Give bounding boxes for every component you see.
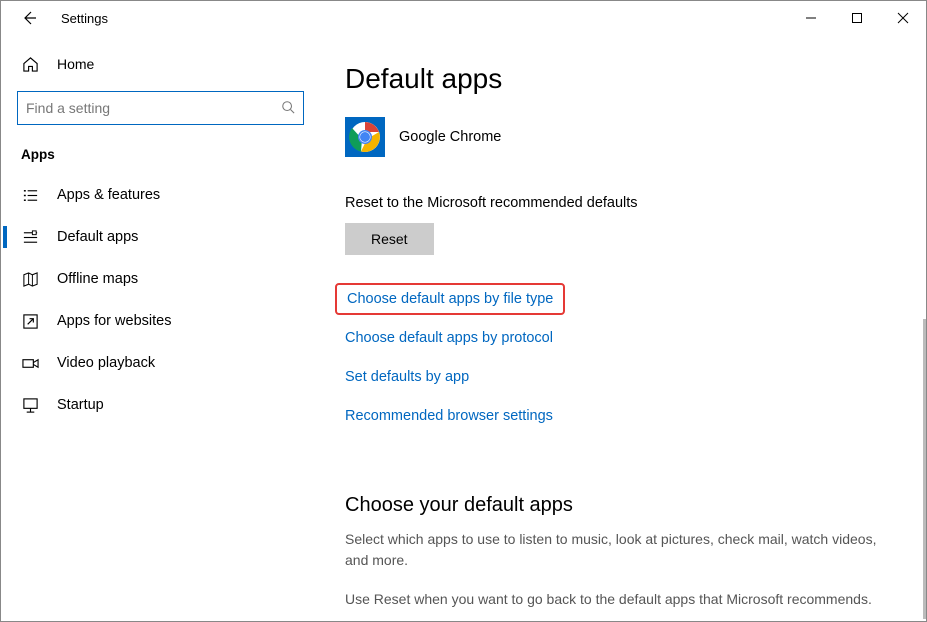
sidebar-item-apps-for-websites[interactable]: Apps for websites (3, 300, 318, 342)
window-title: Settings (61, 11, 108, 26)
scrollbar[interactable] (923, 319, 926, 619)
main-content: Default apps Google Chrome Reset to the … (321, 35, 926, 621)
back-button[interactable] (9, 1, 49, 35)
link-by-file-type[interactable]: Choose default apps by file type (335, 283, 565, 315)
maximize-icon (851, 12, 863, 24)
window-controls (788, 1, 926, 35)
maximize-button[interactable] (834, 1, 880, 35)
close-button[interactable] (880, 1, 926, 35)
chrome-icon (345, 117, 385, 157)
sidebar-item-label: Video playback (57, 355, 155, 371)
sidebar-home[interactable]: Home (3, 47, 318, 81)
sidebar-item-label: Default apps (57, 229, 138, 245)
sub-heading: Choose your default apps (345, 494, 902, 517)
sidebar-item-default-apps[interactable]: Default apps (3, 216, 318, 258)
description-1: Select which apps to use to listen to mu… (345, 529, 902, 571)
page-title: Default apps (345, 63, 902, 95)
reset-button[interactable]: Reset (345, 223, 434, 255)
open-in-icon (21, 312, 39, 330)
sidebar-item-label: Apps & features (57, 187, 160, 203)
map-icon (21, 270, 39, 288)
sidebar-item-video-playback[interactable]: Video playback (3, 342, 318, 384)
sidebar-item-label: Startup (57, 397, 104, 413)
list-icon (21, 186, 39, 204)
titlebar: Settings (1, 1, 926, 35)
link-list: Choose default apps by file type Choose … (345, 289, 902, 446)
defaults-icon (21, 228, 39, 246)
search-icon (281, 100, 295, 117)
sidebar-home-label: Home (57, 56, 94, 72)
search-input[interactable] (26, 100, 281, 116)
link-by-app[interactable]: Set defaults by app (345, 369, 469, 385)
home-icon (21, 55, 39, 73)
sidebar-item-label: Offline maps (57, 271, 138, 287)
minimize-button[interactable] (788, 1, 834, 35)
sidebar-item-apps-features[interactable]: Apps & features (3, 174, 318, 216)
video-icon (21, 354, 39, 372)
search-box[interactable] (17, 91, 304, 125)
sidebar-section-label: Apps (3, 139, 318, 174)
description-2: Use Reset when you want to go back to th… (345, 589, 902, 610)
minimize-icon (805, 12, 817, 24)
default-browser-name: Google Chrome (399, 129, 501, 145)
sidebar-item-offline-maps[interactable]: Offline maps (3, 258, 318, 300)
arrow-left-icon (21, 10, 37, 26)
sidebar: Home Apps Apps & features Default apps (1, 35, 321, 621)
link-by-protocol[interactable]: Choose default apps by protocol (345, 330, 553, 346)
close-icon (897, 12, 909, 24)
reset-description: Reset to the Microsoft recommended defau… (345, 195, 902, 211)
startup-icon (21, 396, 39, 414)
sidebar-item-label: Apps for websites (57, 313, 171, 329)
default-browser-row[interactable]: Google Chrome (345, 117, 902, 157)
link-browser-rec[interactable]: Recommended browser settings (345, 408, 553, 424)
sidebar-item-startup[interactable]: Startup (3, 384, 318, 426)
